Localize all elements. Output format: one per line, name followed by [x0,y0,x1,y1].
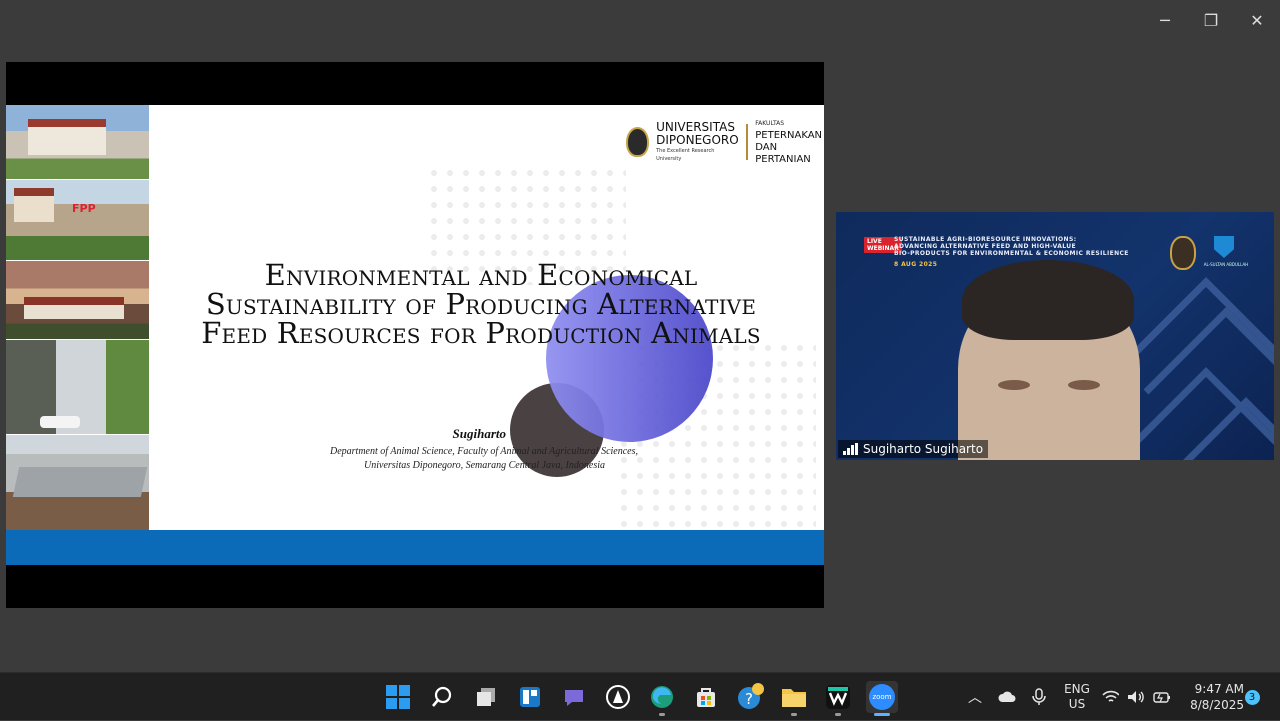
store-bag-icon [697,688,715,707]
slide-title: Environmental and Economical Sustainabil… [201,258,761,350]
minimize-button[interactable]: ─ [1145,6,1185,34]
chat-button[interactable] [558,681,590,713]
campus-photo-5 [6,435,149,530]
folder-icon [782,689,806,707]
task-view-button[interactable] [470,681,502,713]
university-logo: UNIVERSITAS DIPONEGORO The Excellent Res… [626,118,824,166]
banner-line3: BIO-PRODUCTS FOR ENVIRONMENTAL & ECONOMI… [894,250,1129,257]
edge-browser-icon [651,686,673,708]
taskbar: ? zoom ︿ ENG US 9:47 AM 8/8/2025 3 [0,672,1280,720]
wsl-app-button[interactable] [602,681,634,713]
help-app-button[interactable]: ? [734,681,766,713]
chevron-up-icon: ︿ [968,690,982,706]
participant-video-tile[interactable]: LIVE WEBINAR SUSTAINABLE AGRI-BIORESOURC… [836,212,1274,460]
webex-app-icon [826,685,850,709]
clock-time: 9:47 AM [1194,682,1244,696]
affiliation-line2: Universitas Diponegoro, Semarang Central… [364,460,605,471]
notification-badge: 3 [1244,689,1260,705]
logo-fak-line1: PETERNAKAN [755,130,823,141]
affiliation-line1: Department of Animal Science, Faculty of… [330,446,638,457]
undip-emblem-icon [1170,236,1196,270]
campus-photo-4 [6,340,149,434]
microphone-button[interactable] [1027,673,1051,721]
slide-author: Sugiharto [452,426,506,441]
show-hidden-icons-button[interactable]: ︿ [962,673,988,721]
restore-button[interactable]: ❐ [1191,6,1231,34]
banner-line1: SUSTAINABLE AGRI-BIORESOURCE INNOVATIONS… [894,236,1077,243]
search-icon [432,686,452,707]
slide-affiliation: Department of Animal Science, Faculty of… [256,445,706,473]
logo-fak-small: FAKULTAS [755,120,785,127]
windows-logo-icon [386,685,410,709]
wifi-icon [1102,690,1120,702]
task-view-icon [477,688,495,706]
campus-photo-1 [6,105,149,179]
running-indicator [791,713,797,716]
banner-line2: ADVANCING ALTERNATIVE FEED AND HIGH-VALU… [894,243,1077,250]
university-emblem-icon [626,127,650,157]
store-button[interactable] [690,681,722,713]
file-explorer-button[interactable] [778,681,810,716]
zoom-app-icon: zoom [869,684,895,710]
zoom-button[interactable]: zoom [866,681,898,716]
svg-text:?: ? [745,690,753,708]
participant-name: Sugiharto Sugiharto [863,442,984,456]
webex-button[interactable] [822,681,854,716]
help-question-icon: ? [738,683,764,709]
participant-person [958,260,1140,460]
lang-line2: US [1068,697,1086,711]
start-button[interactable] [382,681,414,713]
shared-screen: FPP UNIVERSITAS DIPONEGORO The Excellent… [6,62,824,608]
running-indicator [659,713,665,716]
running-indicator [835,713,841,716]
photo-sign: FPP [72,202,96,215]
penguin-app-icon [606,685,630,709]
chat-icon [565,690,583,706]
logo-univ-line2: DIPONEGORO [656,133,739,147]
widgets-button[interactable] [514,681,546,713]
edge-button[interactable] [646,681,678,716]
clock[interactable]: 9:47 AM 8/8/2025 [1180,673,1244,721]
onedrive-button[interactable] [994,673,1020,721]
quick-settings-button[interactable] [1102,673,1170,721]
active-indicator [874,713,890,716]
campus-photo-3 [6,261,149,339]
volume-icon [1128,691,1145,703]
slide: FPP UNIVERSITAS DIPONEGORO The Excellent… [6,105,824,530]
logo-fak-line2: DAN PERTANIAN [755,142,811,165]
signal-bars-icon [843,443,858,455]
logo-tagline: The Excellent Research University [656,148,715,162]
close-button[interactable]: ✕ [1237,6,1277,34]
participant-name-tag: Sugiharto Sugiharto [838,440,989,458]
slide-accent-band [6,530,824,565]
lang-line1: ENG [1064,682,1090,696]
notification-center-button[interactable]: 3 [1244,673,1260,721]
partner-logo-text: AL-SULTAN ABDULLAH [1203,262,1249,267]
search-button[interactable] [426,681,458,713]
clock-date: 8/8/2025 [1190,698,1244,712]
language-indicator[interactable]: ENG US [1058,673,1096,721]
cloud-icon [998,691,1016,702]
campus-photo-2: FPP [6,180,149,260]
zoom-label: zoom [872,693,892,701]
widgets-icon [520,687,540,707]
battery-icon [1152,692,1170,703]
microphone-icon [1032,688,1046,705]
